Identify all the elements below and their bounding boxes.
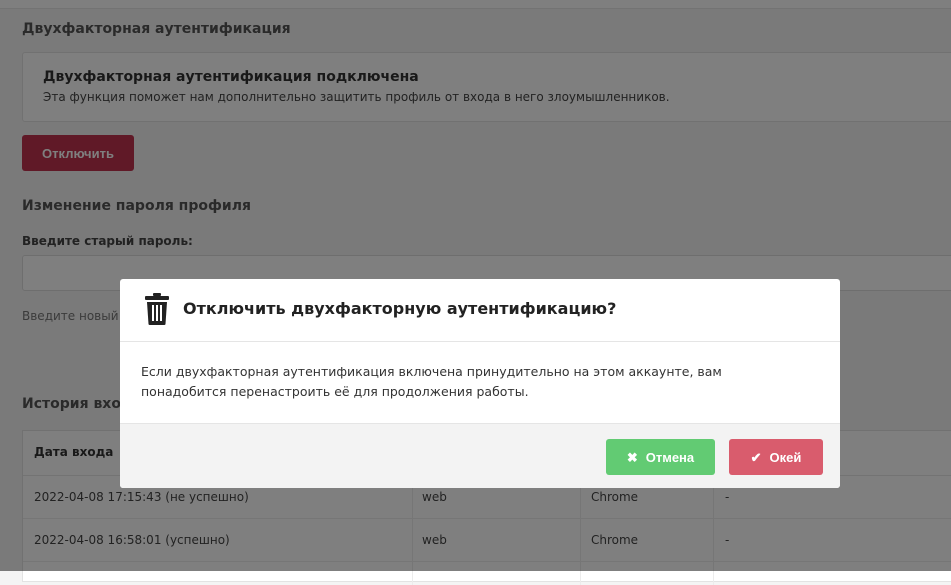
- dialog-footer: ✖ Отмена ✔ Окей: [120, 423, 840, 488]
- cancel-button-label: Отмена: [645, 449, 695, 465]
- ok-button-label: Окей: [769, 449, 802, 465]
- dialog-message: Если двухфакторная аутентификация включе…: [141, 364, 722, 399]
- dialog-title: Отключить двухфакторную аутентификацию?: [183, 299, 617, 318]
- cancel-button[interactable]: ✖ Отмена: [606, 439, 715, 475]
- trash-icon: [145, 293, 169, 325]
- check-icon: ✔: [750, 449, 762, 465]
- ok-button[interactable]: ✔ Окей: [729, 439, 823, 475]
- confirm-disable-twofa-dialog: Отключить двухфакторную аутентификацию? …: [120, 279, 840, 488]
- close-icon: ✖: [626, 449, 638, 465]
- dialog-header: Отключить двухфакторную аутентификацию?: [120, 279, 840, 342]
